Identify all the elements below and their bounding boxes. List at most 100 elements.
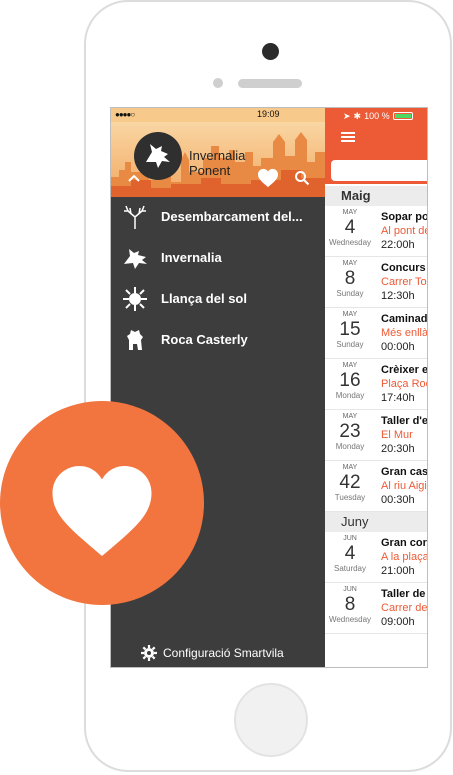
lion-icon (127, 330, 143, 350)
app-avatar (134, 132, 182, 180)
event-info: Caminad Més enllà 00:00h (381, 312, 428, 354)
event-info: Crèixer e Plaça Roc 17:40h (381, 363, 428, 405)
sun-icon (123, 287, 147, 311)
event-day: 4 (344, 217, 356, 238)
event-day: 15 (339, 319, 361, 340)
event-weekday: Saturday (333, 564, 367, 573)
event-date: MAY 16 Monday (325, 361, 375, 401)
event-list: Maig MAY 4 Wednesday Sopar po Al pont de… (325, 186, 428, 667)
event-month: JUN (343, 586, 357, 593)
gear-icon (141, 645, 157, 661)
event-month: MAY (342, 311, 358, 318)
event-month: MAY (342, 260, 358, 267)
event-date: MAY 42 Tuesday (325, 463, 375, 503)
search-icon[interactable] (294, 170, 310, 186)
menu-icon[interactable] (341, 132, 355, 142)
events-header: ➤ ✱ 100 % (325, 108, 427, 184)
earpiece-speaker (238, 79, 302, 88)
event-month: MAY (342, 464, 358, 471)
event-time: 00:00h (381, 341, 415, 353)
app-name: Invernalia Ponent (189, 148, 246, 178)
event-place: Al pont de (381, 225, 428, 237)
heart-icon[interactable] (257, 168, 279, 188)
event-date: MAY 23 Monday (325, 412, 375, 452)
chevron-up-icon[interactable] (128, 174, 140, 182)
wolf-icon (146, 144, 170, 168)
proximity-sensor (213, 78, 223, 88)
event-weekday: Sunday (336, 289, 364, 298)
event-info: Taller d'e El Mur 20:30h (381, 414, 428, 456)
event-time: 17:40h (381, 392, 415, 404)
event-weekday: Tuesday (334, 493, 366, 502)
event-place: Més enllà (381, 327, 428, 339)
event-title: Sopar po (381, 211, 428, 223)
event-row[interactable]: MAY 15 Sunday Caminad Més enllà 00:00h (325, 308, 428, 359)
month-header: Juny (325, 512, 427, 532)
menu-item-label: Roca Casterly (161, 332, 248, 347)
event-title: Gran cas (381, 466, 428, 478)
house-menu: Desembarcament del... Invernalia Llança … (111, 197, 325, 361)
drawer-header: ●●●●○ 19:09 Invernalia Ponent (111, 108, 325, 197)
event-title: Caminad (381, 313, 428, 325)
menu-item-invernalia[interactable]: Invernalia (111, 238, 325, 279)
event-weekday: Monday (335, 391, 365, 400)
event-time: 09:00h (381, 616, 415, 628)
menu-item-label: Llança del sol (161, 291, 247, 306)
menu-item-label: Desembarcament del... (161, 209, 303, 224)
event-weekday: Wednesday (328, 238, 372, 247)
menu-item-roca-casterly[interactable]: Roca Casterly (111, 320, 325, 361)
event-info: Concurs Carrer To 12:30h (381, 261, 427, 303)
event-weekday: Wednesday (328, 615, 372, 624)
event-row[interactable]: JUN 4 Saturday Gran cor A la plaça 21:00… (325, 532, 428, 583)
settings-button[interactable]: Configuració Smartvila (141, 644, 284, 662)
event-place: Plaça Roc (381, 378, 428, 390)
status-bar-right: ➤ ✱ 100 % (343, 109, 427, 123)
signal-icon: ●●●●○ (115, 110, 135, 119)
search-input[interactable] (331, 160, 427, 181)
event-weekday: Monday (335, 442, 365, 451)
event-row[interactable]: MAY 8 Sunday Concurs Carrer To 12:30h (325, 257, 427, 308)
wolf-icon (124, 249, 147, 269)
event-date: MAY 4 Wednesday (325, 208, 375, 248)
event-time: 22:00h (381, 239, 415, 251)
event-day: 8 (344, 268, 356, 289)
event-place: A la plaça (381, 551, 428, 563)
event-info: Taller de Carrer de 09:00h (381, 587, 427, 629)
menu-item-llanca-del-sol[interactable]: Llança del sol (111, 279, 325, 320)
heart-icon (52, 466, 152, 556)
events-panel: ➤ ✱ 100 % Maig MAY 4 Wednesday Sopar po … (325, 108, 428, 667)
event-place: Carrer de (381, 602, 428, 614)
status-bar-left: ●●●●○ 19:09 (111, 108, 325, 122)
event-title: Crèixer e (381, 364, 428, 376)
antlers-icon (124, 205, 146, 229)
event-place: Carrer To (381, 276, 427, 288)
event-title: Gran cor (381, 537, 427, 549)
event-time: 12:30h (381, 290, 415, 302)
event-row[interactable]: JUN 8 Wednesday Taller de Carrer de 09:0… (325, 583, 427, 634)
event-title: Concurs (381, 262, 426, 274)
event-row[interactable]: MAY 23 Monday Taller d'e El Mur 20:30h (325, 410, 428, 461)
event-place: Al riu Aigi (381, 480, 427, 492)
event-info: Gran cas Al riu Aigi 00:30h (381, 465, 428, 507)
battery-icon (392, 112, 413, 120)
menu-item-desembarcament[interactable]: Desembarcament del... (111, 197, 325, 238)
battery-label: 100 % (364, 111, 390, 121)
event-date: MAY 8 Sunday (325, 259, 375, 299)
event-time: 00:30h (381, 494, 415, 506)
event-place: El Mur (381, 429, 413, 441)
event-row[interactable]: MAY 4 Wednesday Sopar po Al pont de 22:0… (325, 206, 428, 257)
favorites-badge (0, 401, 204, 605)
event-row[interactable]: MAY 42 Tuesday Gran cas Al riu Aigi 00:3… (325, 461, 428, 512)
event-time: 21:00h (381, 565, 415, 577)
bluetooth-icon: ✱ (353, 110, 362, 121)
event-month: JUN (343, 535, 357, 542)
event-time: 20:30h (381, 443, 415, 455)
event-day: 23 (339, 421, 361, 442)
event-title: Taller d'e (381, 415, 428, 427)
settings-label: Configuració Smartvila (163, 646, 284, 660)
event-day: 16 (339, 370, 361, 391)
home-button[interactable] (234, 683, 308, 757)
event-row[interactable]: MAY 16 Monday Crèixer e Plaça Roc 17:40h (325, 359, 428, 410)
event-date: JUN 8 Wednesday (325, 585, 375, 625)
event-date: JUN 4 Saturday (325, 534, 375, 574)
